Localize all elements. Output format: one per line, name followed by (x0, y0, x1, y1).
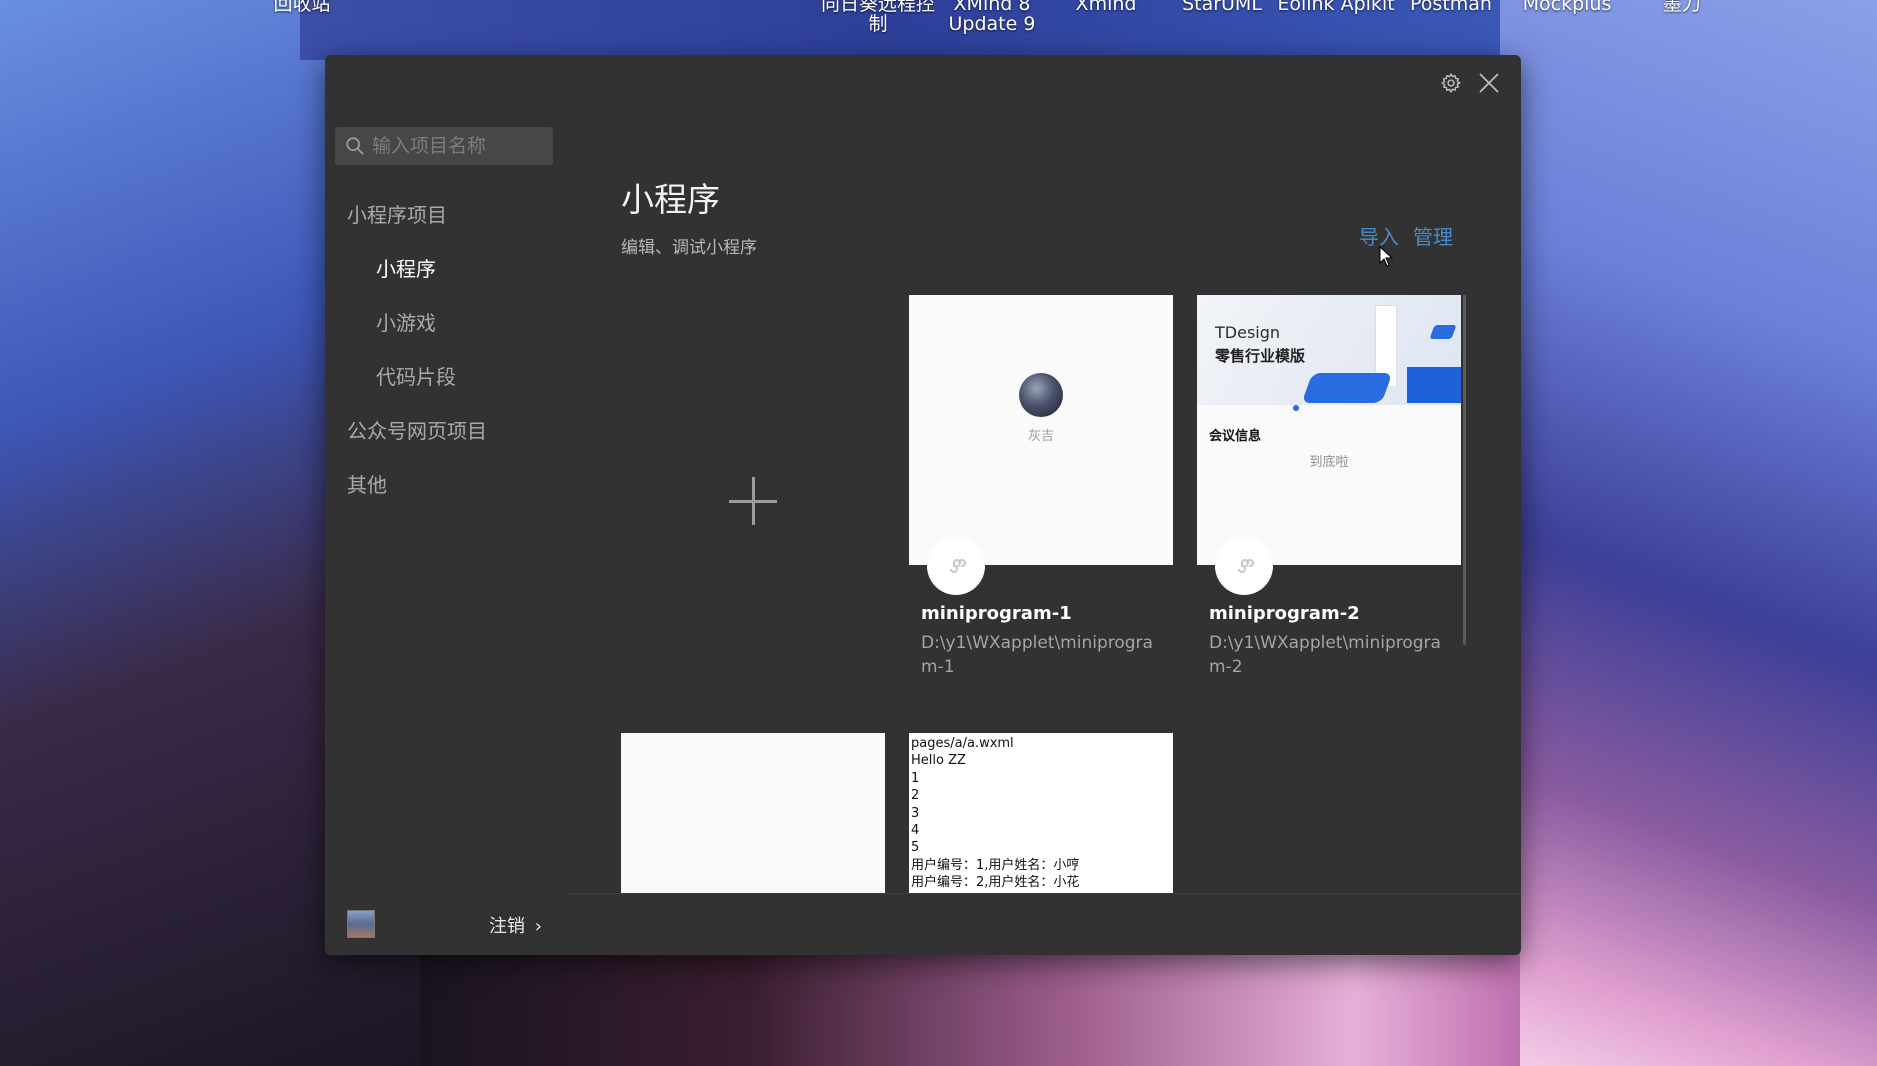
footer-divider (565, 893, 1521, 894)
avatar (1019, 373, 1063, 417)
project-type-icon (1215, 537, 1273, 595)
sidebar-group-miniprogram-projects[interactable]: 小程序项目 (347, 199, 447, 228)
new-project-button[interactable] (621, 295, 885, 675)
banner-block (1407, 367, 1461, 403)
miniprogram-logo-icon (950, 559, 966, 573)
wxml-line: 用户编号：1,用户姓名：小哼 (911, 857, 1080, 873)
desktop-icon-xmind[interactable]: Xmind (1066, 0, 1146, 14)
wxml-line: 3 (911, 805, 920, 821)
thumbnail-section-title: 会议信息 (1209, 429, 1262, 444)
desktop-icon-labels: 回收站 向日葵远程控 制 XMind 8 Update 9 Xmind Star… (0, 0, 1877, 40)
project-name: miniprogram-2 (1209, 603, 1360, 624)
banner-subtitle: 零售行业模版 (1215, 347, 1306, 365)
wallpaper-right (1480, 0, 1877, 1066)
desktop-icon-modao[interactable]: 墨刀 (1642, 0, 1722, 14)
settings-button[interactable] (1435, 67, 1467, 99)
chevron-right-icon: › (534, 916, 542, 937)
project-thumbnail (621, 733, 885, 893)
desktop-icon-recycle-bin[interactable]: 回收站 (262, 0, 342, 14)
sidebar-group-other[interactable]: 其他 (347, 469, 387, 498)
project-manager-window: 小程序项目 小程序 小游戏 代码片段 公众号网页项目 其他 小程序 编辑、调试小… (325, 55, 1521, 955)
page-subtitle: 编辑、调试小程序 (621, 238, 757, 258)
banner-title: TDesign (1215, 323, 1281, 342)
project-thumbnail: TDesign 零售行业模版 会议信息 到底啦 (1197, 295, 1461, 565)
wxml-line: 用户编号：2,用户姓名：小花 (911, 875, 1080, 891)
mouse-cursor-icon (1379, 246, 1394, 267)
miniprogram-logo-icon (1238, 559, 1254, 573)
project-card-3[interactable] (621, 733, 885, 893)
project-card-4[interactable]: pages/a/a.wxml Hello ZZ 1 2 3 4 5 用户编号：1… (909, 733, 1173, 893)
project-thumbnail: 灰吉 (909, 295, 1173, 565)
desktop-icon-xmind8[interactable]: XMind 8 Update 9 (940, 0, 1044, 34)
desktop-icon-eolink[interactable]: Eolink Apikit (1276, 0, 1396, 14)
wxml-line: 5 (911, 840, 920, 856)
thumbnail-end-text: 到底啦 (1309, 455, 1349, 470)
gear-icon (1440, 72, 1461, 94)
desktop-icon-staruml[interactable]: StarUML (1172, 0, 1272, 14)
wxml-line: Hello ZZ (911, 753, 966, 769)
project-search[interactable] (335, 127, 553, 165)
project-card-miniprogram-1[interactable]: 灰吉 miniprogram-1 D:\y1\WXapplet\miniprog… (909, 295, 1173, 677)
tdesign-banner: TDesign 零售行业模版 (1197, 295, 1461, 405)
banner-block (1301, 373, 1393, 403)
wxml-line: 2 (911, 788, 920, 804)
wallpaper-bottom (420, 940, 1520, 1066)
project-name: miniprogram-1 (921, 603, 1072, 624)
desktop-icon-postman[interactable]: Postman (1401, 0, 1501, 14)
close-button[interactable] (1473, 67, 1505, 99)
project-path: D:\y1\WXapplet\miniprogram-1 (921, 633, 1153, 677)
search-input[interactable] (370, 134, 544, 158)
thumbnail-user-label: 灰吉 (1027, 429, 1054, 444)
sidebar-item-code-snippet[interactable]: 代码片段 (376, 361, 456, 390)
close-icon (1479, 73, 1499, 93)
plus-icon-vertical (751, 477, 755, 525)
project-path: D:\y1\WXapplet\miniprogram-2 (1209, 633, 1441, 677)
carousel-dot (1293, 405, 1299, 411)
scrollbar[interactable] (1463, 295, 1466, 645)
project-card-miniprogram-2[interactable]: TDesign 零售行业模版 会议信息 到底啦 miniprogram-2 D:… (1197, 295, 1461, 677)
project-thumbnail-wxml: pages/a/a.wxml Hello ZZ 1 2 3 4 5 用户编号：1… (909, 733, 1173, 893)
sidebar-item-minigame[interactable]: 小游戏 (376, 307, 436, 336)
user-avatar[interactable] (347, 910, 375, 938)
sidebar-group-official-account-web[interactable]: 公众号网页项目 (347, 415, 487, 444)
manage-link[interactable]: 管理 (1413, 221, 1453, 250)
logout-label: 注销 (489, 916, 525, 937)
wxml-line: 1 (911, 770, 920, 786)
search-icon (346, 137, 364, 155)
logout-button[interactable]: 注销 › (489, 912, 542, 938)
wxml-line: pages/a/a.wxml (911, 736, 1014, 751)
desktop-icon-mockplus[interactable]: Mockplus (1517, 0, 1617, 14)
page-title: 小程序 (621, 180, 720, 219)
project-type-icon (927, 537, 985, 595)
sidebar-item-miniprogram[interactable]: 小程序 (376, 253, 436, 282)
desktop-icon-sunlogin[interactable]: 向日葵远程控 制 (820, 0, 936, 34)
banner-block (1429, 325, 1457, 339)
wxml-line: 4 (911, 823, 920, 839)
